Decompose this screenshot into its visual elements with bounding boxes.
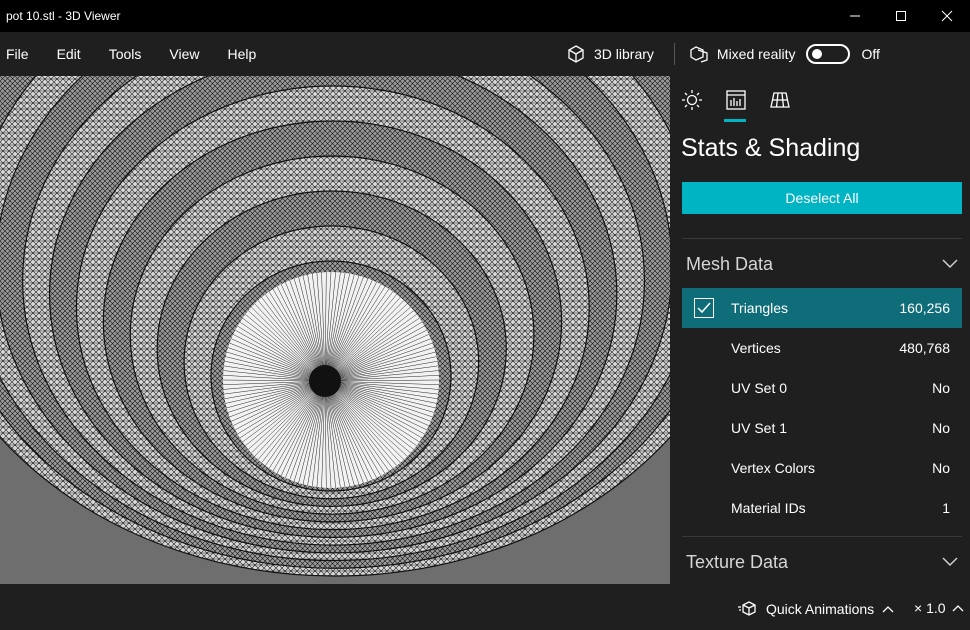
mesh-row-material-ids[interactable]: Material IDs 1 bbox=[682, 488, 962, 528]
mesh-row-vertex-colors[interactable]: Vertex Colors No bbox=[682, 448, 962, 488]
animation-speed-button[interactable]: × 1.0 bbox=[914, 600, 964, 616]
grid-icon bbox=[770, 92, 790, 108]
animation-speed-label: × 1.0 bbox=[914, 600, 946, 616]
chevron-up-icon bbox=[882, 606, 894, 613]
row-label: Material IDs bbox=[731, 500, 806, 516]
checkmark-icon bbox=[697, 302, 711, 314]
3d-library-label: 3D library bbox=[594, 46, 654, 62]
menu-separator bbox=[673, 43, 675, 65]
mesh-data-label: Mesh Data bbox=[686, 253, 774, 274]
tab-grid[interactable] bbox=[768, 88, 792, 112]
tab-stats[interactable] bbox=[724, 88, 748, 122]
toggle-state-label: Off bbox=[861, 46, 880, 62]
mixed-reality-button[interactable]: Mixed reality bbox=[689, 44, 796, 64]
mesh-row-uv-set-0[interactable]: UV Set 0 No bbox=[682, 368, 962, 408]
panel-tabs bbox=[680, 88, 792, 122]
side-panel: Stats & Shading Deselect All Mesh Data T… bbox=[670, 76, 970, 584]
menu-help[interactable]: Help bbox=[221, 46, 256, 62]
menu-bar: File Edit Tools View Help 3D library Mix… bbox=[0, 32, 970, 76]
mesh-data-header[interactable]: Mesh Data bbox=[686, 252, 958, 276]
lighting-icon bbox=[682, 90, 702, 110]
chevron-down-icon bbox=[942, 557, 958, 566]
mesh-row-uv-set-1[interactable]: UV Set 1 No bbox=[682, 408, 962, 448]
menu-tools[interactable]: Tools bbox=[103, 46, 142, 62]
mixed-reality-icon bbox=[690, 46, 708, 63]
close-button[interactable] bbox=[924, 0, 970, 32]
toggle-knob bbox=[811, 49, 822, 59]
animation-cube-icon bbox=[738, 601, 756, 616]
row-value: No bbox=[932, 420, 950, 436]
minimize-icon bbox=[850, 15, 860, 17]
3d-library-button[interactable]: 3D library bbox=[560, 44, 660, 64]
row-label: Vertices bbox=[731, 340, 781, 356]
menu-right-group: 3D library Mixed reality Off bbox=[560, 32, 880, 76]
stats-icon bbox=[726, 90, 746, 110]
texture-data-label: Texture Data bbox=[686, 551, 789, 572]
pot-model-render bbox=[0, 76, 670, 584]
row-label: UV Set 1 bbox=[731, 420, 788, 436]
row-label: Triangles bbox=[731, 300, 789, 316]
mixed-reality-label: Mixed reality bbox=[716, 46, 796, 62]
window-title: pot 10.stl - 3D Viewer bbox=[6, 9, 121, 23]
pot-bottom bbox=[222, 271, 440, 489]
menu-file[interactable]: File bbox=[0, 46, 29, 62]
deselect-all-button[interactable]: Deselect All bbox=[682, 182, 962, 214]
divider bbox=[682, 238, 962, 239]
row-value: 480,768 bbox=[899, 340, 950, 356]
quick-animations-button[interactable]: Quick Animations bbox=[738, 600, 894, 618]
maximize-icon bbox=[896, 11, 906, 21]
menu-edit[interactable]: Edit bbox=[51, 46, 81, 62]
tab-lighting[interactable] bbox=[680, 88, 704, 112]
cube-icon bbox=[568, 45, 584, 63]
texture-data-header[interactable]: Texture Data bbox=[686, 550, 958, 574]
row-value: 1 bbox=[942, 500, 950, 516]
mesh-row-vertices[interactable]: Vertices 480,768 bbox=[682, 328, 962, 368]
quick-animations-label: Quick Animations bbox=[766, 601, 875, 617]
mesh-row-triangles[interactable]: Triangles 160,256 bbox=[682, 288, 962, 328]
row-value: No bbox=[932, 460, 950, 476]
title-bar: pot 10.stl - 3D Viewer bbox=[0, 0, 970, 32]
chevron-down-icon bbox=[942, 259, 958, 268]
close-icon bbox=[941, 10, 953, 22]
row-value: No bbox=[932, 380, 950, 396]
minimize-button[interactable] bbox=[832, 0, 878, 32]
3d-viewport[interactable] bbox=[0, 76, 670, 584]
divider bbox=[682, 536, 962, 537]
row-value: 160,256 bbox=[899, 300, 950, 316]
mixed-reality-toggle[interactable] bbox=[805, 44, 850, 64]
row-label: UV Set 0 bbox=[731, 380, 788, 396]
status-bar: Quick Animations × 1.0 bbox=[0, 584, 970, 630]
maximize-button[interactable] bbox=[878, 0, 924, 32]
row-label: Vertex Colors bbox=[731, 460, 816, 476]
checkbox[interactable] bbox=[694, 298, 714, 318]
panel-title: Stats & Shading bbox=[681, 134, 861, 162]
menu-view[interactable]: View bbox=[163, 46, 199, 62]
chevron-up-icon bbox=[952, 605, 963, 612]
